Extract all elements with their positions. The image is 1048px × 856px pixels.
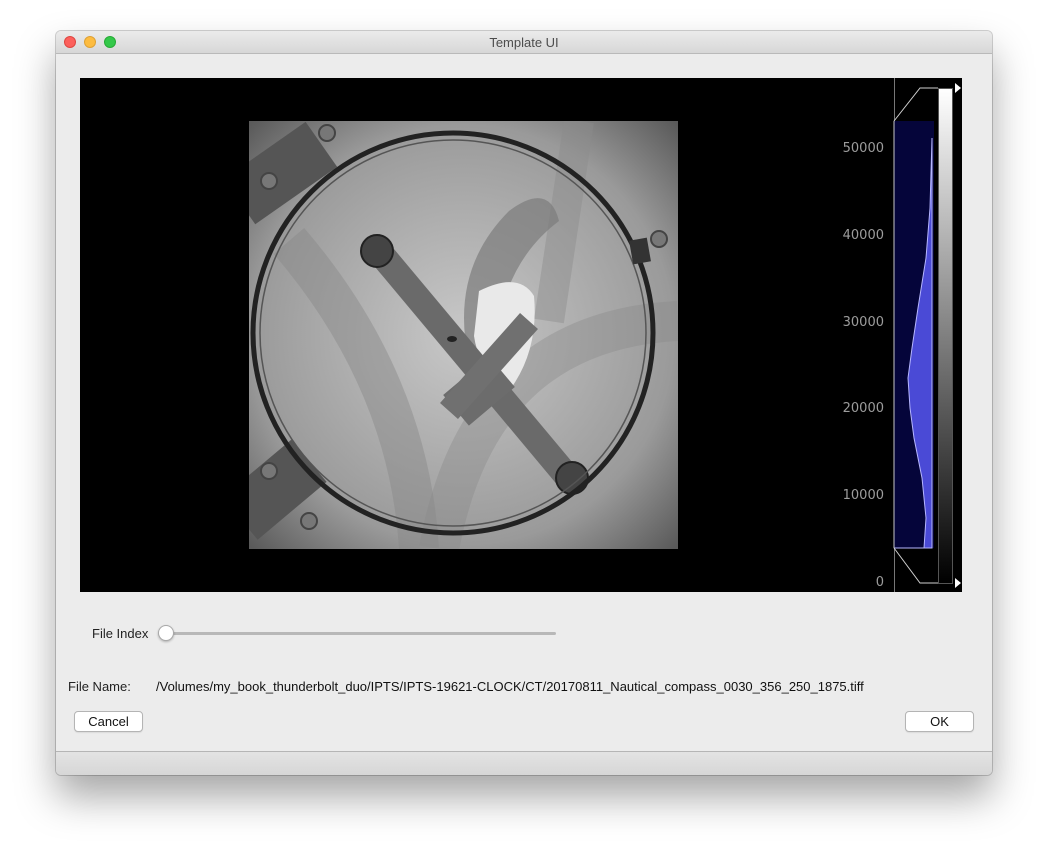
- app-window: Template UI 50000 40000 30000 20000 1000…: [56, 31, 992, 775]
- image-viewer[interactable]: 50000 40000 30000 20000 10000 0: [80, 78, 962, 592]
- file-index-label: File Index: [92, 626, 149, 641]
- title-bar: Template UI: [56, 31, 992, 54]
- window-title: Template UI: [489, 35, 559, 50]
- file-index-slider-track[interactable]: [166, 632, 556, 635]
- ok-button[interactable]: OK: [905, 711, 974, 732]
- file-name-value: /Volumes/my_book_thunderbolt_duo/IPTS/IP…: [156, 679, 864, 694]
- file-index-slider-handle[interactable]: [158, 625, 174, 641]
- gradient-editor[interactable]: [938, 88, 953, 584]
- xray-image: [249, 121, 678, 549]
- file-name-label: File Name:: [68, 679, 131, 694]
- cancel-button[interactable]: Cancel: [74, 711, 143, 732]
- status-bar: [56, 751, 992, 775]
- histogram-panel[interactable]: 50000 40000 30000 20000 10000 0: [817, 78, 962, 592]
